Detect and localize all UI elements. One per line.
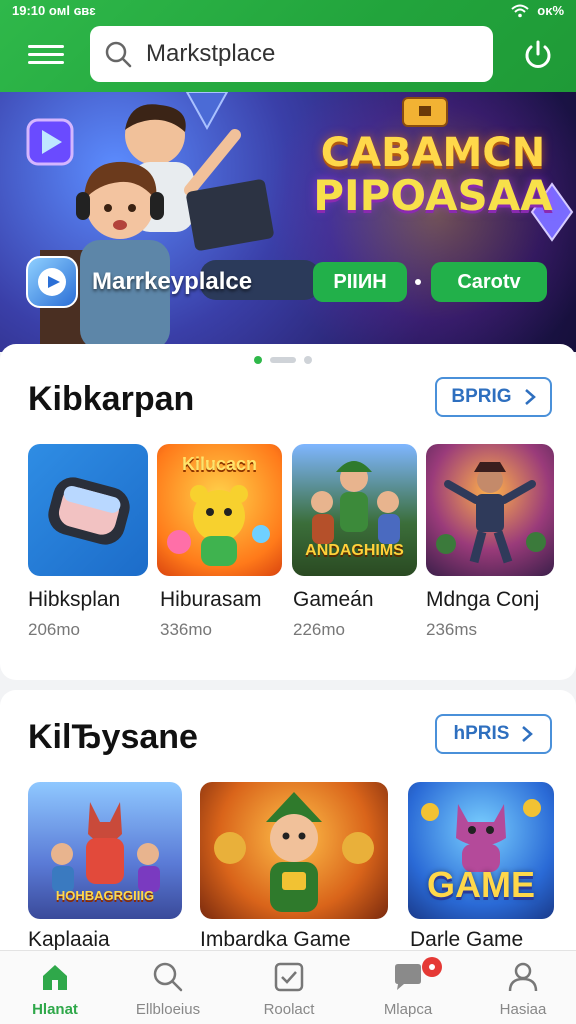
game-art-title: ANDAGHIMS [305,542,404,559]
kids-illustration [40,104,320,350]
banner-app-name: Marrkeyplalce [92,268,253,295]
game-name: Kaplaaia [28,928,110,951]
game-tile[interactable] [426,444,554,576]
marketplace-screen: 19:10 ᴏᴍl ɢʙɛ ᴏᴋ% Markstplace CABAMCN PI… [0,0,576,1024]
nav-label: Hasiaa [499,1001,547,1018]
banner-title: CABAMCN PIPOASAA [298,132,568,218]
status-right: ᴏᴋ% [511,3,564,18]
banner-pager[interactable] [254,356,312,364]
nav-label: Mlapca [383,1001,433,1018]
chat-icon [395,964,421,990]
see-all-button[interactable]: hPRIS [435,714,552,754]
app-header: 19:10 ᴏᴍl ɢʙɛ ᴏᴋ% Markstplace [0,0,576,92]
status-bar: 19:10 ᴏᴍl ɢʙɛ ᴏᴋ% [0,0,576,22]
game-art-title: Kilucacn [181,454,258,474]
status-time: 19:10 ᴏᴍl ɢʙɛ [12,3,96,18]
game-tile[interactable]: ANDAGHIMS [292,444,417,576]
game-tile[interactable]: GAME [408,782,554,919]
search-input[interactable]: Markstplace [90,26,493,82]
game-art-title: HOHBAGRGIIIG [55,888,155,903]
hero-character-icon [214,792,374,912]
game-size: 336mo [160,620,212,639]
banner-primary-button[interactable]: PIIИH [313,262,407,302]
section-title: KilЂysane [28,718,198,756]
game-tile[interactable]: HOHBAGRGIIIG [28,782,182,919]
see-all-button[interactable]: BPRIG [435,377,552,417]
tablet-icon [48,477,130,545]
app-logo [26,256,78,308]
notification-badge [422,957,442,977]
search-icon [105,41,132,68]
banner-title-line1: CABAMCN [320,130,546,176]
game-tile[interactable] [28,444,148,576]
featured-banner[interactable]: CABAMCN PIPOASAA Marrkeyplalce PIIИH Car… [0,92,576,352]
game-name: Mdnga Conj [426,588,540,611]
game-name: Gameán [293,588,374,611]
section-card-2: KilЂysane hPRIS HOHBAGRGIIIG Kaplaaia Im… [0,690,576,960]
game-tile[interactable]: Kilucacn [157,444,282,576]
game-name: Imbardka Game [200,928,351,951]
nav-item-profile[interactable]: Hasiaa [468,951,576,1024]
banner-title-line2: PIPOASAA [313,171,553,220]
chevron-right-icon [522,726,534,742]
game-name: Darle Game [410,928,524,951]
nav-label: Hlanat [32,1001,78,1018]
game-name: Hibksplan [28,588,121,611]
power-icon[interactable] [522,38,554,72]
menu-icon[interactable] [28,40,64,70]
battery-percent: ᴏᴋ% [537,3,564,18]
search-icon [153,962,183,992]
warrior-character-icon [436,462,546,564]
banner-secondary-button[interactable]: Carotv [431,262,547,302]
checkbox-icon [274,962,304,992]
nav-label: Ellbloeius [135,1001,201,1018]
section-card-1: Kibkarpan BPRIG Hibksplan 206mo Kilucacn… [0,344,576,680]
nav-label: Roolact [263,1001,315,1018]
nav-item-search[interactable]: Ellbloeius [113,951,223,1024]
nav-item-activity[interactable]: Roolact [234,951,344,1024]
game-size: 236ms [426,620,478,639]
chest-icon [402,97,448,127]
game-name: Hiburasam [160,588,262,611]
profile-icon [508,962,538,992]
game-size: 226mo [293,620,345,639]
game-art-title: GAME [427,864,535,905]
search-placeholder: Markstplace [146,40,276,67]
game-tile[interactable] [200,782,388,919]
wifi-icon [511,4,529,17]
section-title: Kibkarpan [28,380,195,418]
chevron-right-icon [524,389,536,405]
bottom-nav: Hlanat Ellbloeius Roolact Mlapca Hasiaa [0,950,576,1024]
nav-item-messages[interactable]: Mlapca [353,951,463,1024]
game-size: 206mo [28,620,80,639]
nav-item-home[interactable]: Hlanat [0,951,110,1024]
home-icon [43,965,67,990]
